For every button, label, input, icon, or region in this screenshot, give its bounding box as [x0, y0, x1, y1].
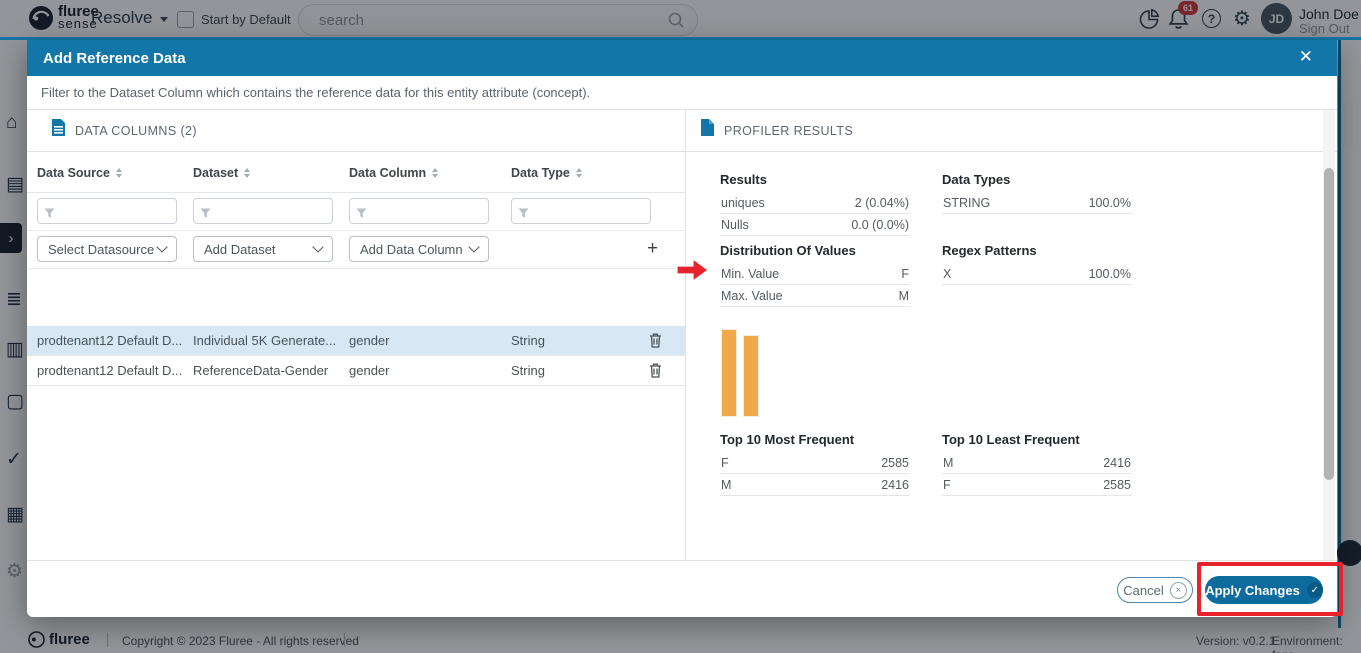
column-header-dataset[interactable]: Dataset [193, 166, 250, 180]
sort-icon [244, 168, 250, 178]
close-icon[interactable]: ✕ [1299, 47, 1313, 67]
data-columns-panel-title: DATA COLUMNS (2) [75, 124, 197, 138]
chevron-down-icon [156, 241, 167, 252]
filter-input-data-source[interactable] [37, 198, 177, 224]
funnel-icon [518, 206, 529, 224]
modal-footer: Cancel × Apply Changes ✓ [27, 560, 1337, 617]
filter-input-data-column[interactable] [349, 198, 489, 224]
most-frequent-table: Top 10 Most Frequent F2585 M2416 [720, 432, 910, 496]
cancel-button[interactable]: Cancel × [1117, 577, 1193, 603]
trash-icon[interactable] [649, 333, 662, 351]
apply-changes-button[interactable]: Apply Changes ✓ [1205, 576, 1323, 604]
results-title: Results [720, 172, 910, 192]
data-column-select[interactable]: Add Data Column [349, 236, 489, 262]
column-header-data-type[interactable]: Data Type [511, 166, 582, 180]
profiler-panel-title: PROFILER RESULTS [724, 124, 853, 138]
regex-patterns-title: Regex Patterns [942, 243, 1132, 263]
filter-input-data-type[interactable] [511, 198, 651, 224]
data-columns-panel-header: DATA COLUMNS (2) [27, 110, 685, 152]
header-divider [27, 192, 686, 193]
column-header-data-column[interactable]: Data Column [349, 166, 438, 180]
close-circle-icon: × [1170, 582, 1187, 599]
funnel-icon [356, 206, 367, 224]
sort-icon [116, 168, 122, 178]
distribution-title: Distribution Of Values [720, 243, 910, 263]
sort-icon [576, 168, 582, 178]
filter-row-divider [27, 230, 686, 231]
bar-F [721, 329, 737, 417]
document-icon [700, 119, 715, 142]
data-columns-panel: DATA COLUMNS (2) Data Source Dataset Dat… [27, 110, 686, 560]
bar-M [743, 335, 759, 417]
sort-icon [432, 168, 438, 178]
chevron-down-icon [312, 241, 323, 252]
value-distribution-bar-chart [721, 331, 759, 417]
results-table: Results uniques2 (0.04%) Nulls0.0 (0.0%) [720, 172, 910, 236]
table-row[interactable]: prodtenant12 Default D... ReferenceData-… [27, 356, 686, 386]
least-frequent-table: Top 10 Least Frequent M2416 F2585 [942, 432, 1132, 496]
filter-input-dataset[interactable] [193, 198, 333, 224]
profiler-scrollbar-thumb[interactable] [1324, 168, 1334, 480]
trash-icon[interactable] [649, 363, 662, 381]
table-row-selected[interactable]: prodtenant12 Default D... Individual 5K … [27, 326, 686, 356]
profiler-panel-header: PROFILER RESULTS [686, 110, 1337, 152]
most-frequent-title: Top 10 Most Frequent [720, 432, 910, 452]
check-circle-icon: ✓ [1307, 582, 1323, 598]
modal-subtitle: Filter to the Dataset Column which conta… [27, 76, 1337, 110]
data-types-table: Data Types STRING100.0% [942, 172, 1132, 214]
add-row-button[interactable]: + [647, 236, 658, 262]
distribution-table: Distribution Of Values Min. ValueF Max. … [720, 243, 910, 307]
regex-patterns-table: Regex Patterns X100.0% [942, 243, 1132, 285]
data-types-title: Data Types [942, 172, 1132, 192]
modal-title: Add Reference Data [43, 50, 186, 67]
funnel-icon [44, 206, 55, 224]
least-frequent-title: Top 10 Least Frequent [942, 432, 1132, 452]
funnel-icon [200, 206, 211, 224]
select-row-divider [27, 268, 686, 269]
chevron-down-icon [468, 241, 479, 252]
datasource-select[interactable]: Select Datasource [37, 236, 177, 262]
profiler-results-panel: PROFILER RESULTS Results uniques2 (0.04%… [686, 110, 1337, 560]
modal-header: Add Reference Data ✕ [27, 40, 1337, 76]
document-table-icon [51, 119, 66, 142]
add-reference-data-modal: Add Reference Data ✕ Filter to the Datas… [27, 40, 1337, 617]
column-header-data-source[interactable]: Data Source [37, 166, 122, 180]
dataset-select[interactable]: Add Dataset [193, 236, 333, 262]
